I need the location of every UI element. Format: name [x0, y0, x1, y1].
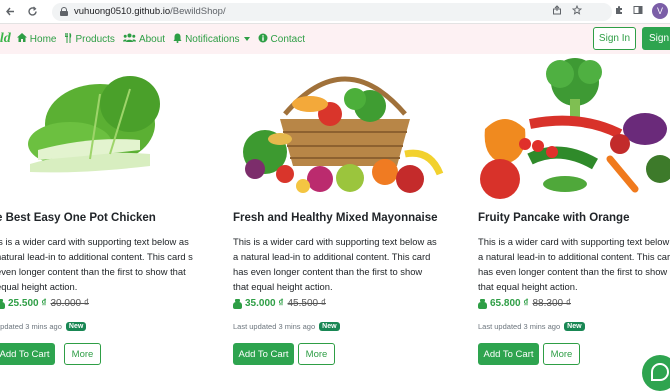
last-updated: updated 3 mins ago New [0, 322, 87, 331]
nav-home[interactable]: Home [16, 33, 57, 45]
last-updated-text: updated 3 mins ago [0, 322, 62, 331]
money-bag-icon [478, 298, 487, 309]
add-to-cart-button[interactable]: Add To Cart [233, 343, 294, 365]
nav-contact-label: Contact [270, 33, 306, 45]
more-button[interactable]: More [64, 343, 101, 365]
back-arrow-icon[interactable] [2, 4, 18, 20]
nav-notifications-dropdown[interactable]: Notifications [173, 33, 250, 46]
nav-notifications-label: Notifications [185, 33, 240, 45]
card-title[interactable]: Fresh and Healthy Mixed Mayonnaise [233, 212, 438, 224]
nav-products[interactable]: Products [64, 32, 115, 46]
product-card: Fruity Pancake with Orange This is a wid… [470, 54, 670, 377]
address-bar[interactable]: vuhuong0510.github.io/BewildShop/ [52, 2, 612, 21]
home-icon [16, 33, 27, 45]
old-price: 30.000 ₫ [50, 298, 90, 309]
new-badge: New [65, 322, 87, 331]
card-title[interactable]: e Best Easy One Pot Chicken [0, 212, 156, 224]
profile-avatar[interactable]: V [652, 3, 668, 19]
nav-contact[interactable]: Contact [258, 33, 305, 46]
bell-icon [173, 33, 182, 46]
new-price: 65.800 ₫ [490, 298, 529, 309]
add-to-cart-button[interactable]: Add To Cart [0, 343, 55, 365]
browser-toolbar: vuhuong0510.github.io/BewildShop/ V [0, 0, 670, 24]
site-navbar: ild Home Products About Notifications Co… [0, 24, 670, 54]
last-updated: Last updated 3 mins ago New [478, 322, 585, 331]
product-card: e Best Easy One Pot Chicken is is a wide… [0, 54, 220, 377]
card-title[interactable]: Fruity Pancake with Orange [478, 212, 629, 224]
utensils-icon [64, 32, 72, 46]
new-price: 35.000 ₫ [245, 298, 284, 309]
more-button[interactable]: More [543, 343, 580, 365]
sidebar-toggle-icon[interactable] [633, 5, 643, 18]
price-row: 25.500 ₫ 30.000 ₫ [0, 298, 89, 309]
old-price: 45.500 ₫ [287, 298, 327, 309]
product-image-bok-choy [28, 76, 160, 173]
price-row: 65.800 ₫ 88.300 ₫ [478, 298, 571, 309]
caret-down-icon [243, 37, 250, 41]
star-icon[interactable] [571, 4, 583, 18]
add-to-cart-button[interactable]: Add To Cart [478, 343, 539, 365]
card-text: This is a wider card with supporting tex… [233, 236, 437, 292]
old-price: 88.300 ₫ [532, 298, 572, 309]
info-circle-icon [258, 33, 268, 46]
product-card: Fresh and Healthy Mixed Mayonnaise This … [225, 54, 455, 377]
product-image-vegetable-basket [243, 76, 444, 193]
product-image-mixed-vegetables [480, 58, 670, 199]
new-badge: New [564, 322, 585, 331]
sign-in-button[interactable]: Sign In [593, 27, 636, 50]
puzzle-extensions-icon[interactable] [614, 5, 624, 18]
last-updated-text: Last updated 3 mins ago [478, 322, 561, 331]
chat-messenger-icon[interactable] [642, 355, 670, 391]
card-text: is is a wider card with supporting text … [0, 236, 193, 292]
last-updated: Last updated 3 mins ago New [233, 322, 340, 331]
price-row: 35.000 ₫ 45.500 ₫ [233, 298, 326, 309]
nav-home-label: Home [29, 33, 57, 45]
users-icon [122, 33, 136, 45]
nav-about-label: About [138, 33, 166, 45]
nav-products-label: Products [75, 33, 115, 45]
share-icon[interactable] [552, 5, 562, 18]
url-host: vuhuong0510.github.io [74, 6, 171, 17]
last-updated-text: Last updated 3 mins ago [233, 322, 316, 331]
sign-up-button[interactable]: Sign [642, 27, 670, 50]
nav-about[interactable]: About [122, 33, 166, 45]
new-price: 25.500 ₫ [8, 298, 47, 309]
reload-icon[interactable] [24, 4, 40, 20]
money-bag-icon [0, 298, 5, 309]
brand-logo[interactable]: ild [0, 31, 11, 47]
url-path: /BewildShop/ [170, 6, 226, 17]
money-bag-icon [233, 298, 242, 309]
card-text: This is a wider card with supporting tex… [478, 236, 670, 292]
new-badge: New [319, 322, 340, 331]
more-button[interactable]: More [298, 343, 335, 365]
lock-icon [60, 7, 68, 16]
